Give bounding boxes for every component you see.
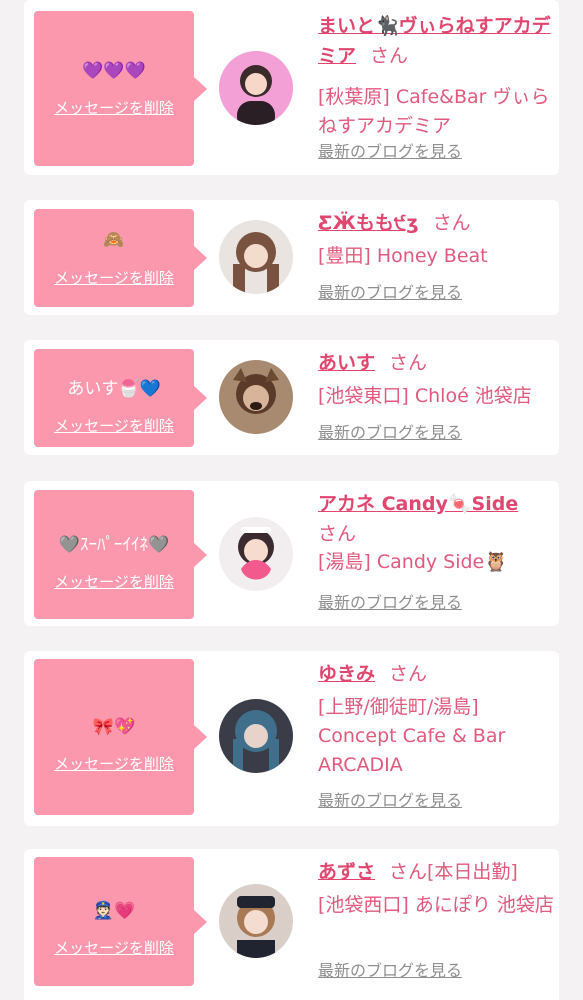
- cast-name-link[interactable]: アカネ Candy🍬Side: [318, 493, 518, 515]
- favorite-card: あいす🍧💙 メッセージを削除 あいす さん [池袋東口] Chloé 池袋店 最新…: [24, 340, 559, 455]
- favorite-card: 🎀💖 メッセージを削除 ゆきみ さん [上野/御徒町/湯島] Concept Ca…: [24, 651, 559, 826]
- message-bubble: 🩶ｽｰﾊﾟｰｲｲﾈ🩶 メッセージを削除: [34, 490, 207, 619]
- favorite-card: 👮🏻💗 メッセージを削除 あずさ さん[本日出勤] [池袋西口] あにぽり 池袋店…: [24, 849, 559, 1000]
- message-text: あいす🍧💙: [67, 379, 161, 399]
- latest-blog-link[interactable]: 最新のブログを見る: [318, 423, 462, 443]
- avatar[interactable]: [219, 51, 293, 125]
- honorific: さん: [432, 212, 471, 234]
- delete-message-link[interactable]: メッセージを削除: [34, 754, 194, 774]
- message-text: 👮🏻💗: [92, 901, 136, 921]
- delete-message-link[interactable]: メッセージを削除: [34, 572, 194, 592]
- avatar[interactable]: [219, 699, 293, 773]
- honorific: さん: [389, 352, 428, 374]
- message-text: 💜💜💜: [82, 61, 146, 81]
- cast-name-link[interactable]: ƸӜもも੯ʒ: [318, 212, 419, 234]
- latest-blog-link[interactable]: 最新のブログを見る: [318, 961, 462, 981]
- message-bubble: 💜💜💜 メッセージを削除: [34, 11, 207, 166]
- shop-location: [上野/御徒町/湯島] Concept Cafe & Bar ARCADIA: [318, 696, 506, 776]
- cast-info: ゆきみ さん [上野/御徒町/湯島] Concept Cafe & Bar ARC…: [318, 659, 554, 780]
- delete-message-link[interactable]: メッセージを削除: [34, 98, 194, 118]
- latest-blog-link[interactable]: 最新のブログを見る: [318, 791, 462, 811]
- honorific: さん[本日出勤]: [389, 861, 518, 883]
- favorite-card: 🙈 メッセージを削除 ƸӜもも੯ʒ さん [豊田] Honey Beat 最新のブ…: [24, 200, 559, 315]
- message-bubble: 🙈 メッセージを削除: [34, 209, 207, 307]
- cast-info: あいす さん [池袋東口] Chloé 池袋店: [318, 348, 554, 411]
- cast-info: あずさ さん[本日出勤] [池袋西口] あにぽり 池袋店: [318, 857, 554, 920]
- avatar[interactable]: [219, 517, 293, 591]
- cast-info: まいと🐈‍⬛ヴぃらねすアカデミア さん [秋葉原] Cafe&Bar ヴぃらねすア…: [318, 12, 554, 141]
- cast-info: アカネ Candy🍬Side さん [湯島] Candy Side🦉: [318, 490, 554, 577]
- cast-info: ƸӜもも੯ʒ さん [豊田] Honey Beat: [318, 208, 554, 271]
- honorific: さん: [370, 45, 409, 67]
- delete-message-link[interactable]: メッセージを削除: [34, 268, 194, 288]
- avatar[interactable]: [219, 884, 293, 958]
- cast-name-link[interactable]: まいと🐈‍⬛ヴぃらねすアカデミア: [318, 15, 551, 67]
- message-bubble: 👮🏻💗 メッセージを削除: [34, 857, 207, 986]
- message-bubble: 🎀💖 メッセージを削除: [34, 659, 207, 815]
- cast-name-link[interactable]: あいす: [318, 352, 375, 374]
- favorite-card: 🩶ｽｰﾊﾟｰｲｲﾈ🩶 メッセージを削除 アカネ Candy🍬Side さん [湯…: [24, 481, 559, 626]
- delete-message-link[interactable]: メッセージを削除: [34, 416, 194, 436]
- latest-blog-link[interactable]: 最新のブログを見る: [318, 142, 462, 162]
- message-text: 🎀💖: [92, 717, 136, 737]
- honorific: さん: [318, 523, 357, 545]
- avatar[interactable]: [219, 220, 293, 294]
- shop-location: [豊田] Honey Beat: [318, 245, 488, 267]
- message-bubble: あいす🍧💙 メッセージを削除: [34, 349, 207, 447]
- latest-blog-link[interactable]: 最新のブログを見る: [318, 283, 462, 303]
- latest-blog-link[interactable]: 最新のブログを見る: [318, 593, 462, 613]
- shop-location: [池袋東口] Chloé 池袋店: [318, 385, 532, 407]
- shop-location: [湯島] Candy Side🦉: [318, 551, 508, 573]
- shop-location: [秋葉原] Cafe&Bar ヴぃらねすアカデミア: [318, 86, 550, 137]
- cast-name-link[interactable]: あずさ: [318, 861, 375, 883]
- message-text: 🩶ｽｰﾊﾟｰｲｲﾈ🩶: [58, 535, 170, 555]
- message-text: 🙈: [103, 230, 125, 250]
- delete-message-link[interactable]: メッセージを削除: [34, 938, 194, 958]
- shop-location: [池袋西口] あにぽり 池袋店: [318, 894, 554, 916]
- avatar[interactable]: [219, 360, 293, 434]
- favorite-card: 💜💜💜 メッセージを削除 まいと🐈‍⬛ヴぃらねすアカデミア さん [秋葉原] Ca…: [24, 0, 559, 175]
- cast-name-link[interactable]: ゆきみ: [318, 663, 375, 685]
- honorific: さん: [389, 663, 428, 685]
